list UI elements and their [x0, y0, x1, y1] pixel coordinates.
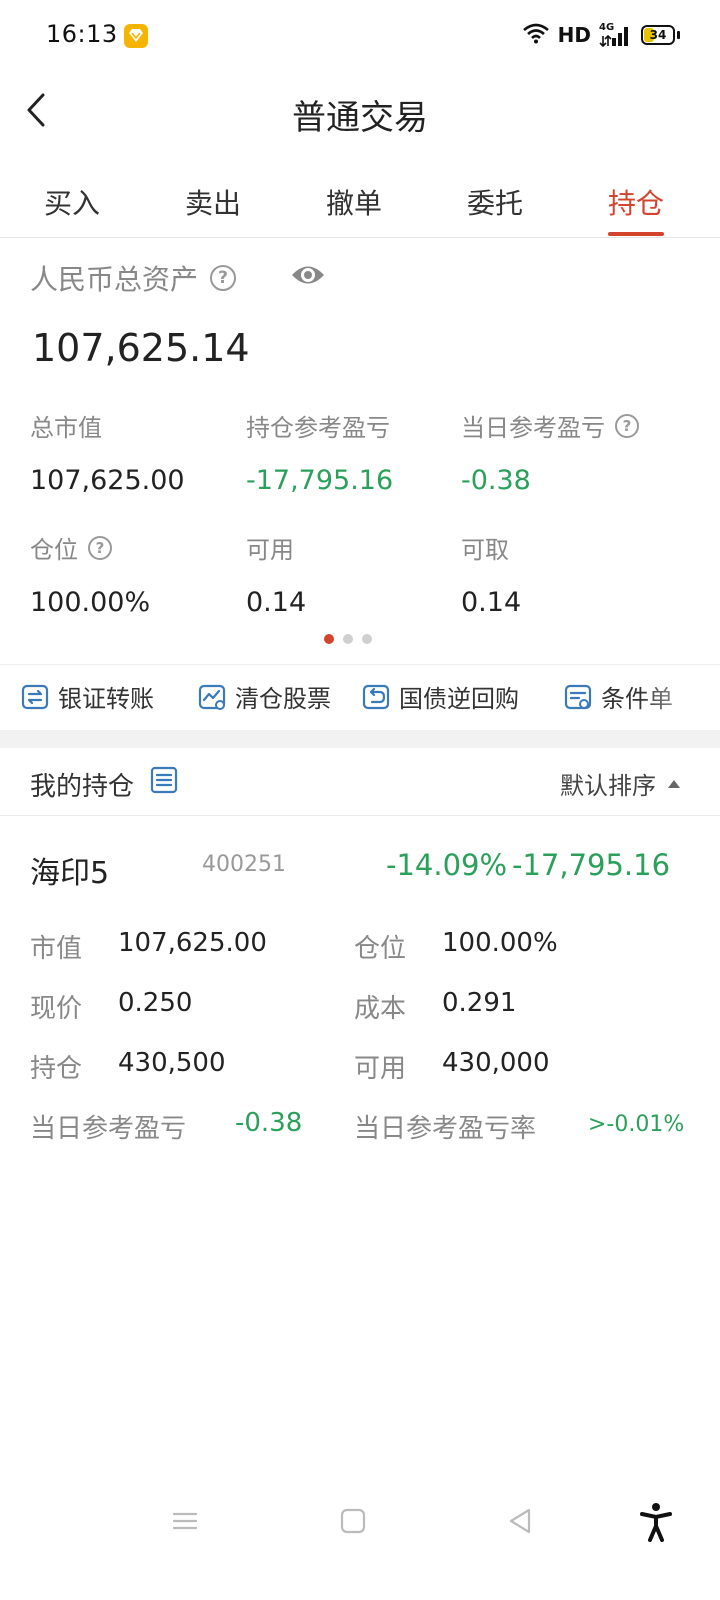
metric-value: -0.38 — [461, 465, 531, 496]
status-indicators: HD 4G 34 — [522, 20, 680, 50]
field-label: 仓位 — [354, 934, 407, 964]
bond-repo-button[interactable]: 国债逆回购 — [361, 679, 519, 714]
field-holding: 430,500 — [118, 1048, 226, 1078]
tab-positions[interactable]: 持仓 — [608, 182, 665, 236]
page-title: 普通交易 — [292, 98, 428, 138]
help-icon[interactable]: ? — [615, 413, 639, 438]
holdings-title: 我的持仓 — [30, 772, 135, 802]
metric-value: 100.00% — [30, 587, 151, 618]
sort-label: 默认排序 — [560, 772, 656, 800]
sort-caret-up-icon — [668, 779, 680, 788]
field-label: 成本 — [354, 994, 407, 1024]
metric-position-ratio: 仓位? 100.00% — [30, 530, 150, 618]
asset-summary-title: 人民币总资产 — [30, 263, 199, 296]
metric-available: 可用 0.14 — [246, 530, 306, 618]
metric-label: 可取 — [461, 536, 509, 564]
field-price: 0.250 — [118, 988, 193, 1018]
app-notification-icon — [124, 24, 148, 48]
metric-value: 107,625.00 — [30, 465, 185, 496]
list-icon[interactable] — [150, 766, 178, 798]
tab-cancel-order[interactable]: 撤单 — [326, 182, 382, 234]
tab-orders[interactable]: 委托 — [467, 182, 523, 234]
trade-tabs: 买入 卖出 撤单 委托 持仓 — [0, 170, 720, 238]
metric-label: 仓位 — [30, 536, 78, 564]
nav-bar: 普通交易 — [0, 72, 720, 152]
system-nav-bar — [0, 1490, 720, 1570]
metric-market-value: 总市值 107,625.00 — [30, 408, 185, 496]
carousel-dot[interactable] — [324, 634, 334, 644]
cellular-signal-icon: 4G — [599, 22, 633, 48]
metric-label: 当日参考盈亏 — [461, 414, 605, 442]
network-hd-label: HD — [557, 23, 591, 47]
field-label: 当日参考盈亏率 — [354, 1114, 537, 1144]
field-day-pnl: -0.38 — [235, 1108, 303, 1138]
clear-stock-icon — [198, 684, 226, 710]
carousel-dot[interactable] — [362, 634, 372, 644]
metric-label: 总市值 — [30, 414, 102, 442]
stock-name: 海印5 — [30, 856, 110, 891]
field-label: 当日参考盈亏 — [30, 1114, 187, 1144]
quick-actions-bar: 银证转账 清仓股票 国债逆回购 条件单 — [0, 664, 720, 730]
battery-level: 34 — [649, 28, 667, 42]
carousel-indicator — [324, 634, 372, 644]
field-label: 持仓 — [30, 1054, 83, 1084]
battery-icon: 34 — [641, 25, 675, 45]
field-label: 现价 — [30, 994, 83, 1024]
bank-transfer-icon — [21, 684, 49, 709]
metric-value: 0.14 — [461, 587, 522, 618]
asset-summary: 人民币总资产 ? 107,625.14 总市值 107,625.00 持仓参考盈… — [0, 240, 720, 660]
accessibility-icon[interactable] — [638, 1502, 674, 1546]
quick-action-label: 清仓股票 — [235, 685, 331, 713]
tab-sell[interactable]: 卖出 — [185, 182, 241, 234]
eye-icon[interactable] — [290, 262, 326, 292]
tab-buy[interactable]: 买入 — [44, 182, 100, 234]
field-day-pnl-rate: >-0.01% — [588, 1112, 685, 1137]
metric-value: 0.14 — [246, 587, 307, 618]
total-assets-value: 107,625.14 — [32, 326, 250, 370]
tab-positions-label: 持仓 — [608, 187, 665, 220]
field-cost: 0.291 — [442, 988, 517, 1018]
home-icon[interactable] — [338, 1506, 368, 1540]
menu-icon[interactable] — [170, 1506, 200, 1540]
metric-value: -17,795.16 — [246, 465, 394, 496]
back-triangle-icon[interactable] — [505, 1506, 535, 1540]
quick-action-label: 国债逆回购 — [399, 685, 519, 713]
sort-button[interactable]: 默认排序 — [560, 766, 680, 801]
help-icon[interactable]: ? — [88, 535, 112, 560]
condition-order-icon — [564, 684, 592, 709]
metric-label: 可用 — [246, 536, 294, 564]
field-market-value: 107,625.00 — [118, 928, 267, 958]
active-tab-indicator — [608, 232, 665, 236]
wifi-icon — [522, 22, 550, 48]
bond-repo-icon — [362, 684, 390, 709]
field-label: 可用 — [354, 1054, 407, 1084]
help-icon[interactable]: ? — [210, 265, 237, 291]
field-label: 市值 — [30, 934, 83, 964]
metric-label: 持仓参考盈亏 — [246, 414, 390, 442]
section-divider — [0, 730, 720, 748]
clear-stock-button[interactable]: 清仓股票 — [197, 679, 331, 714]
metric-position-pnl: 持仓参考盈亏 -17,795.16 — [246, 408, 393, 496]
metric-day-pnl: 当日参考盈亏? -0.38 — [461, 408, 639, 496]
status-time: 16:13 — [46, 20, 118, 48]
carousel-dot[interactable] — [343, 634, 353, 644]
position-card[interactable]: 海印5 400251 -14.09% -17,795.16 市值 107,625… — [0, 818, 720, 1158]
field-available: 430,000 — [442, 1048, 550, 1078]
quick-action-label: 银证转账 — [58, 685, 154, 713]
bank-transfer-button[interactable]: 银证转账 — [20, 679, 154, 714]
metric-withdrawable: 可取 0.14 — [461, 530, 521, 618]
status-bar: 16:13 HD 4G 34 — [0, 0, 720, 72]
stock-pnl-percent: -14.09% — [386, 848, 508, 882]
field-position-ratio: 100.00% — [442, 928, 558, 958]
stock-code: 400251 — [202, 852, 286, 877]
holdings-header: 我的持仓 默认排序 — [0, 748, 720, 816]
stock-pnl-amount: -17,795.16 — [512, 848, 671, 882]
